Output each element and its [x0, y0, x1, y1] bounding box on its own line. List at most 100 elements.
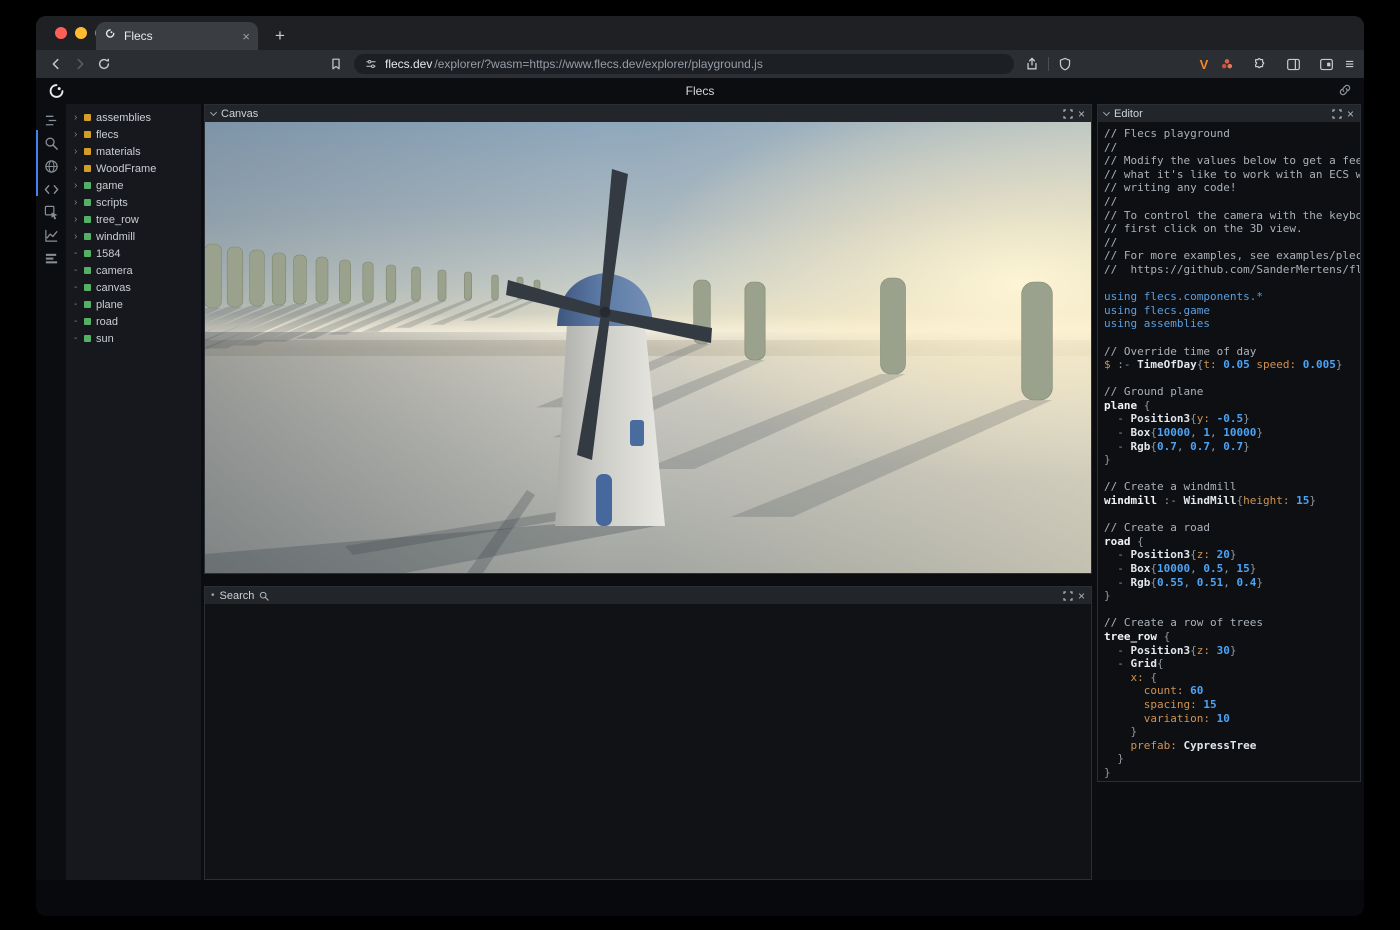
expand-arrow-icon[interactable]: ›: [74, 146, 83, 157]
tree-item[interactable]: › materials: [66, 143, 201, 160]
tree-item[interactable]: - camera: [66, 262, 201, 279]
expand-arrow-icon[interactable]: -: [74, 265, 83, 276]
entity-color-square: [84, 301, 91, 308]
tree-item[interactable]: › assemblies: [66, 109, 201, 126]
brave-vpn-button[interactable]: V: [1200, 57, 1209, 72]
entity-color-square: [84, 233, 91, 240]
code-icon[interactable]: [36, 178, 66, 201]
collapse-chevron-icon[interactable]: [1103, 108, 1110, 115]
entity-name: assemblies: [96, 112, 151, 124]
entity-tree: › assemblies › flecs › materials › WoodF…: [66, 104, 201, 880]
tree-item[interactable]: › game: [66, 177, 201, 194]
close-panel-icon[interactable]: ×: [1347, 108, 1354, 120]
entity-color-square: [84, 284, 91, 291]
stats-icon[interactable]: [36, 247, 66, 270]
menu-icon[interactable]: ≡: [1345, 56, 1354, 73]
magnifier-icon: [259, 591, 269, 601]
expand-arrow-icon[interactable]: ›: [74, 163, 83, 174]
brave-shield-icon[interactable]: [1055, 54, 1075, 74]
extensions-puzzle-icon[interactable]: [1250, 54, 1270, 74]
canvas-panel-title: Canvas: [221, 108, 258, 120]
entity-color-square: [84, 148, 91, 155]
entity-color-square: [84, 114, 91, 121]
sidebar-active-indicator: [36, 130, 38, 196]
share-button[interactable]: [1022, 54, 1042, 74]
tree-item[interactable]: › windmill: [66, 228, 201, 245]
tree-item[interactable]: › scripts: [66, 194, 201, 211]
back-button[interactable]: [46, 54, 66, 74]
collapse-chevron-icon[interactable]: [210, 108, 217, 115]
fullscreen-icon[interactable]: [1332, 109, 1342, 119]
entity-color-square: [84, 335, 91, 342]
page-title: Flecs: [36, 84, 1364, 98]
browser-tab[interactable]: Flecs ×: [96, 22, 258, 50]
editor-panel: Editor × // Flecs playground//// Modify …: [1097, 104, 1361, 782]
close-panel-icon[interactable]: ×: [1078, 590, 1085, 602]
new-tab-button[interactable]: +: [268, 24, 292, 48]
inspect-icon[interactable]: [36, 201, 66, 224]
icon-sidebar: [36, 104, 66, 880]
tree-item[interactable]: › WoodFrame: [66, 160, 201, 177]
fullscreen-icon[interactable]: [1063, 109, 1073, 119]
reload-button[interactable]: [94, 54, 114, 74]
link-icon[interactable]: [1338, 83, 1352, 102]
chart-icon[interactable]: [36, 224, 66, 247]
extension-icon[interactable]: [1217, 54, 1237, 74]
tree-item[interactable]: - 1584: [66, 245, 201, 262]
forward-button[interactable]: [70, 54, 90, 74]
tree-item[interactable]: - plane: [66, 296, 201, 313]
bookmark-sidebar-button[interactable]: [326, 54, 346, 74]
url-bar[interactable]: flecs.dev /explorer/?wasm=https://www.fl…: [354, 54, 1014, 74]
entity-name: flecs: [96, 129, 119, 141]
tab-strip: Flecs × +: [36, 16, 1364, 50]
browser-toolbar: flecs.dev /explorer/?wasm=https://www.fl…: [36, 50, 1364, 78]
search-panel-header: • Search ×: [205, 587, 1091, 604]
entity-name: 1584: [96, 248, 120, 260]
tab-close-icon[interactable]: ×: [242, 30, 250, 43]
site-settings-icon[interactable]: [364, 54, 378, 74]
tree-item[interactable]: › tree_row: [66, 211, 201, 228]
expand-arrow-icon[interactable]: -: [74, 248, 83, 259]
entity-color-square: [84, 318, 91, 325]
editor-panel-title: Editor: [1114, 108, 1143, 120]
expand-arrow-icon[interactable]: ›: [74, 180, 83, 191]
tree-item[interactable]: - road: [66, 313, 201, 330]
close-window-button[interactable]: [55, 27, 67, 39]
tree-item[interactable]: - canvas: [66, 279, 201, 296]
fullscreen-icon[interactable]: [1063, 591, 1073, 601]
editor-code[interactable]: // Flecs playground//// Modify the value…: [1098, 122, 1360, 781]
world-icon[interactable]: [36, 155, 66, 178]
entity-color-square: [84, 182, 91, 189]
expand-arrow-icon[interactable]: ›: [74, 214, 83, 225]
expand-arrow-icon[interactable]: ›: [74, 129, 83, 140]
expand-arrow-icon[interactable]: -: [74, 299, 83, 310]
entity-color-square: [84, 199, 91, 206]
expand-arrow-icon[interactable]: -: [74, 282, 83, 293]
expand-arrow-icon[interactable]: ›: [74, 197, 83, 208]
canvas-panel-header: Canvas ×: [205, 105, 1091, 122]
outline-tree-icon[interactable]: [36, 109, 66, 132]
entity-name: game: [96, 180, 124, 192]
toolbar-right-cluster: V ≡: [1200, 54, 1354, 74]
wallet-panel-button[interactable]: [1316, 54, 1336, 74]
side-panel-button[interactable]: [1283, 54, 1303, 74]
canvas-3d-view[interactable]: [205, 122, 1091, 573]
tree-item[interactable]: - sun: [66, 330, 201, 347]
expand-arrow-icon[interactable]: -: [74, 316, 83, 327]
entity-name: sun: [96, 333, 114, 345]
entity-name: materials: [96, 146, 141, 158]
close-panel-icon[interactable]: ×: [1078, 108, 1085, 120]
search-results-area[interactable]: [205, 604, 1091, 879]
search-icon[interactable]: [36, 132, 66, 155]
expand-arrow-icon[interactable]: -: [74, 333, 83, 344]
entity-color-square: [84, 250, 91, 257]
expand-arrow-icon[interactable]: ›: [74, 231, 83, 242]
entity-name: windmill: [96, 231, 135, 243]
entity-name: tree_row: [96, 214, 139, 226]
tab-title: Flecs: [124, 29, 235, 43]
entity-name: WoodFrame: [96, 163, 156, 175]
expand-arrow-icon[interactable]: ›: [74, 112, 83, 123]
minimize-window-button[interactable]: [75, 27, 87, 39]
panel-bullet-icon[interactable]: •: [211, 590, 215, 601]
tree-item[interactable]: › flecs: [66, 126, 201, 143]
